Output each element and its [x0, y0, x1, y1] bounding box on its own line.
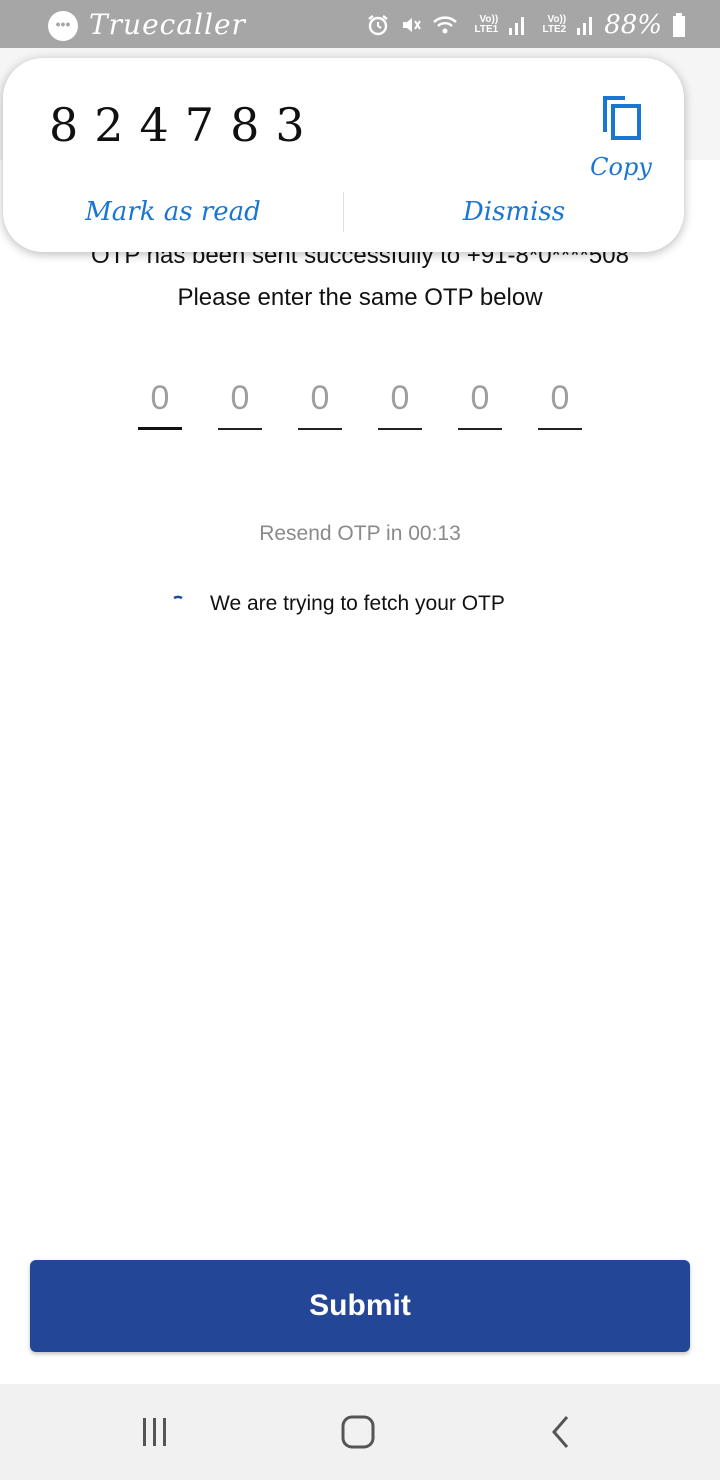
signal-icon	[508, 14, 526, 36]
back-icon	[552, 1416, 569, 1448]
alarm-icon	[366, 13, 390, 37]
otp-digit-input[interactable]: 0	[138, 376, 182, 430]
recents-icon	[143, 1418, 166, 1446]
navigation-bar	[0, 1384, 720, 1480]
otp-input-row: 0 0 0 0 0 0	[138, 376, 582, 430]
home-icon	[341, 1415, 375, 1449]
otp-digit-input[interactable]: 0	[538, 376, 582, 430]
otp-digit-input[interactable]: 0	[218, 376, 262, 430]
battery-percent: 88%	[604, 10, 662, 40]
back-button[interactable]	[500, 1384, 620, 1480]
notification-actions: Mark as read Dismiss	[3, 190, 684, 234]
wifi-icon	[432, 13, 458, 37]
battery-icon	[672, 12, 686, 38]
spinner-icon	[173, 595, 183, 600]
mark-as-read-button[interactable]: Mark as read	[3, 197, 343, 227]
otp-digit-input[interactable]: 0	[378, 376, 422, 430]
notification-app-name: Truecaller	[89, 8, 246, 41]
otp-notification[interactable]: 824783 Copy Mark as read Dismiss	[3, 58, 684, 252]
fetch-otp-status: We are trying to fetch your OTP	[170, 592, 505, 616]
recents-button[interactable]	[95, 1384, 215, 1480]
fetch-otp-text: We are trying to fetch your OTP	[210, 592, 505, 615]
notification-otp-code: 824783	[49, 98, 321, 152]
status-bar: ••• Truecaller Vo)) LTE1 Vo)) LTE2 88%	[0, 0, 720, 48]
enter-otp-instruction: Please enter the same OTP below	[177, 284, 543, 311]
dismiss-button[interactable]: Dismiss	[344, 197, 684, 227]
otp-digit-input[interactable]: 0	[298, 376, 342, 430]
signal-icon	[576, 14, 594, 36]
copy-label: Copy	[590, 153, 652, 181]
message-icon: •••	[48, 11, 78, 41]
network-1-label: Vo)) LTE1	[474, 14, 499, 35]
submit-button[interactable]: Submit	[30, 1260, 690, 1352]
network-2-label: Vo)) LTE2	[542, 14, 567, 35]
copy-button[interactable]: Copy	[586, 92, 656, 181]
home-button[interactable]	[298, 1384, 418, 1480]
resend-otp-timer: Resend OTP in 00:13	[259, 522, 461, 545]
status-icons: Vo)) LTE1 Vo)) LTE2 88%	[366, 8, 686, 42]
otp-digit-input[interactable]: 0	[458, 376, 502, 430]
copy-icon	[603, 96, 641, 140]
mute-icon	[400, 14, 422, 36]
